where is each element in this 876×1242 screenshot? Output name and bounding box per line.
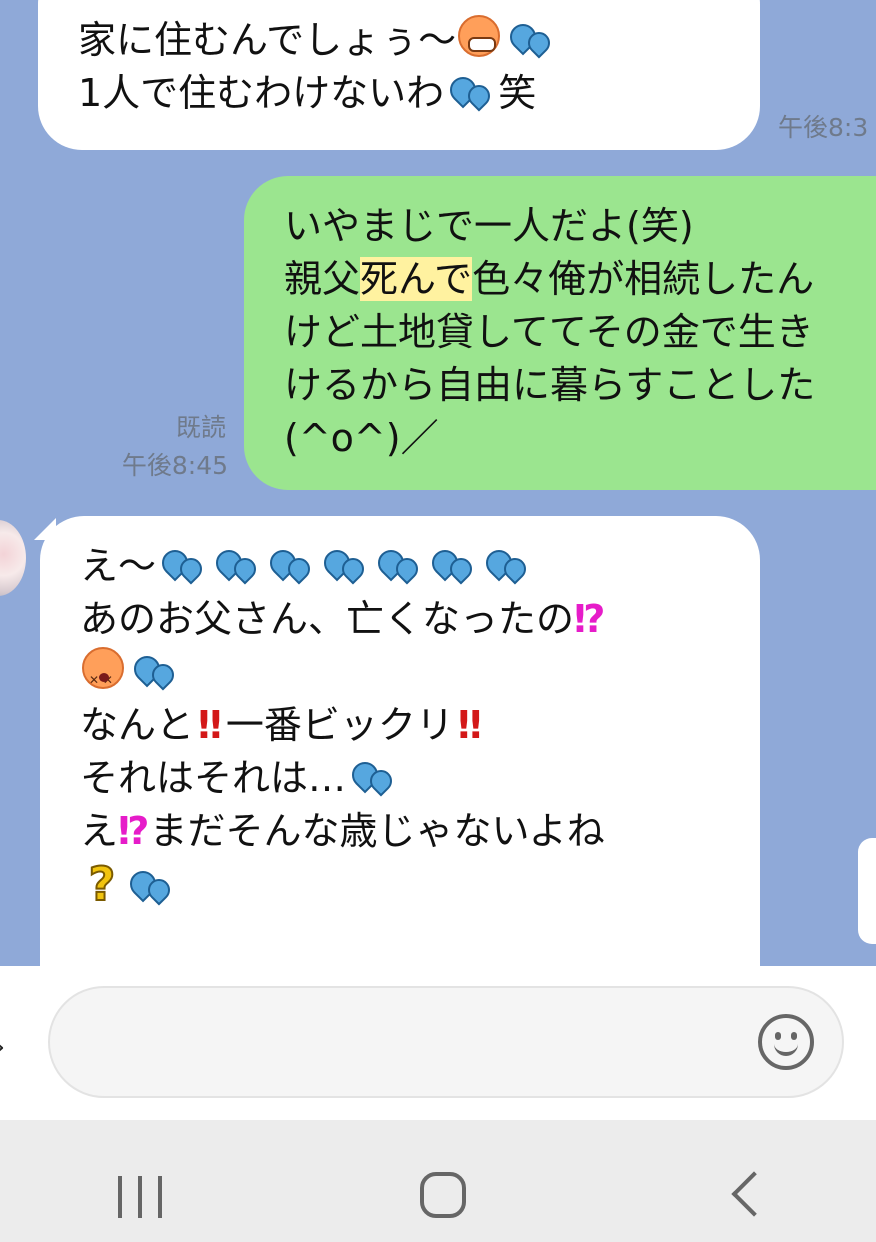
- double-exclamation-icon: ‼: [457, 703, 482, 747]
- exclamation-question-icon: ⁉: [574, 597, 605, 641]
- message-input[interactable]: [48, 986, 844, 1098]
- message-line: けるから自由に暮らすことした: [284, 363, 816, 407]
- message-line: 親父死んで色々俺が相続したん: [284, 257, 815, 301]
- message-line: なんと ‼ 一番ビックリ ‼: [80, 703, 482, 747]
- recents-icon[interactable]: [118, 1176, 164, 1218]
- sweat-drops-icon: [350, 754, 396, 796]
- message-line: (^o^)／: [284, 416, 439, 460]
- message-line: けど土地貸しててその金で生き: [284, 310, 814, 354]
- sweat-drops-icon: [160, 542, 206, 584]
- sweat-drops-icon: [128, 863, 174, 905]
- sweat-drops-icon: [508, 16, 554, 58]
- smiley-icon[interactable]: [758, 1014, 814, 1070]
- exclamation-question-icon: ⁉: [118, 809, 149, 853]
- message-timestamp: 午後8:45: [121, 451, 228, 480]
- question-mark-icon: ?: [88, 857, 117, 912]
- message-line: それはそれは…: [80, 752, 760, 805]
- sweat-drops-icon: [268, 542, 314, 584]
- sweat-drops-icon: [430, 542, 476, 584]
- incoming-message-2[interactable]: え〜 あのお父さん、亡くなったの⁉ なんと‼一番ビックリ‼ それはそれは… え⁉…: [34, 516, 760, 966]
- message-line: [80, 646, 760, 707]
- chevron-right-icon[interactable]: ›: [0, 1030, 5, 1063]
- home-icon[interactable]: [420, 1172, 466, 1218]
- incoming-message-1[interactable]: 家に住むんでしょぅ〜 1人で住むわけないわ笑: [38, 0, 760, 150]
- message-line: ?: [80, 857, 760, 914]
- dizzy-face-icon: [80, 647, 128, 707]
- message-line: え⁉まだそんな歳じゃないよね: [80, 809, 605, 853]
- sweat-drops-icon: [132, 648, 178, 690]
- sweat-drops-icon: [484, 542, 530, 584]
- avatar[interactable]: [0, 520, 26, 596]
- highlighted-keyword: 死んで: [360, 257, 473, 301]
- sweat-drops-icon: [448, 69, 494, 111]
- sweat-drops-icon: [376, 542, 422, 584]
- side-panel-edge: [858, 838, 876, 944]
- message-line: 家に住むんでしょぅ〜: [78, 14, 760, 74]
- outgoing-message[interactable]: いやまじで一人だよ(笑) 親父死んで色々俺が相続したん けど土地貸しててその金で…: [244, 176, 876, 490]
- message-timestamp: 午後8:3: [778, 113, 869, 142]
- double-exclamation-icon: ‼: [198, 703, 222, 747]
- chat-area[interactable]: 家に住むんでしょぅ〜 1人で住むわけないわ笑 午後8:3 いやまじで一人だよ(笑…: [0, 0, 876, 966]
- bubble-tail: [34, 518, 56, 540]
- message-line: あのお父さん、亡くなったの⁉: [80, 597, 605, 641]
- sweat-drops-icon: [214, 542, 260, 584]
- sweat-drops-icon: [322, 542, 368, 584]
- message-line: え〜: [80, 540, 760, 593]
- message-line: 1人で住むわけないわ笑: [78, 69, 537, 115]
- grinning-face-icon: [456, 15, 504, 74]
- read-receipt: 既読: [175, 413, 226, 442]
- message-line: いやまじで一人だよ(笑): [284, 204, 694, 248]
